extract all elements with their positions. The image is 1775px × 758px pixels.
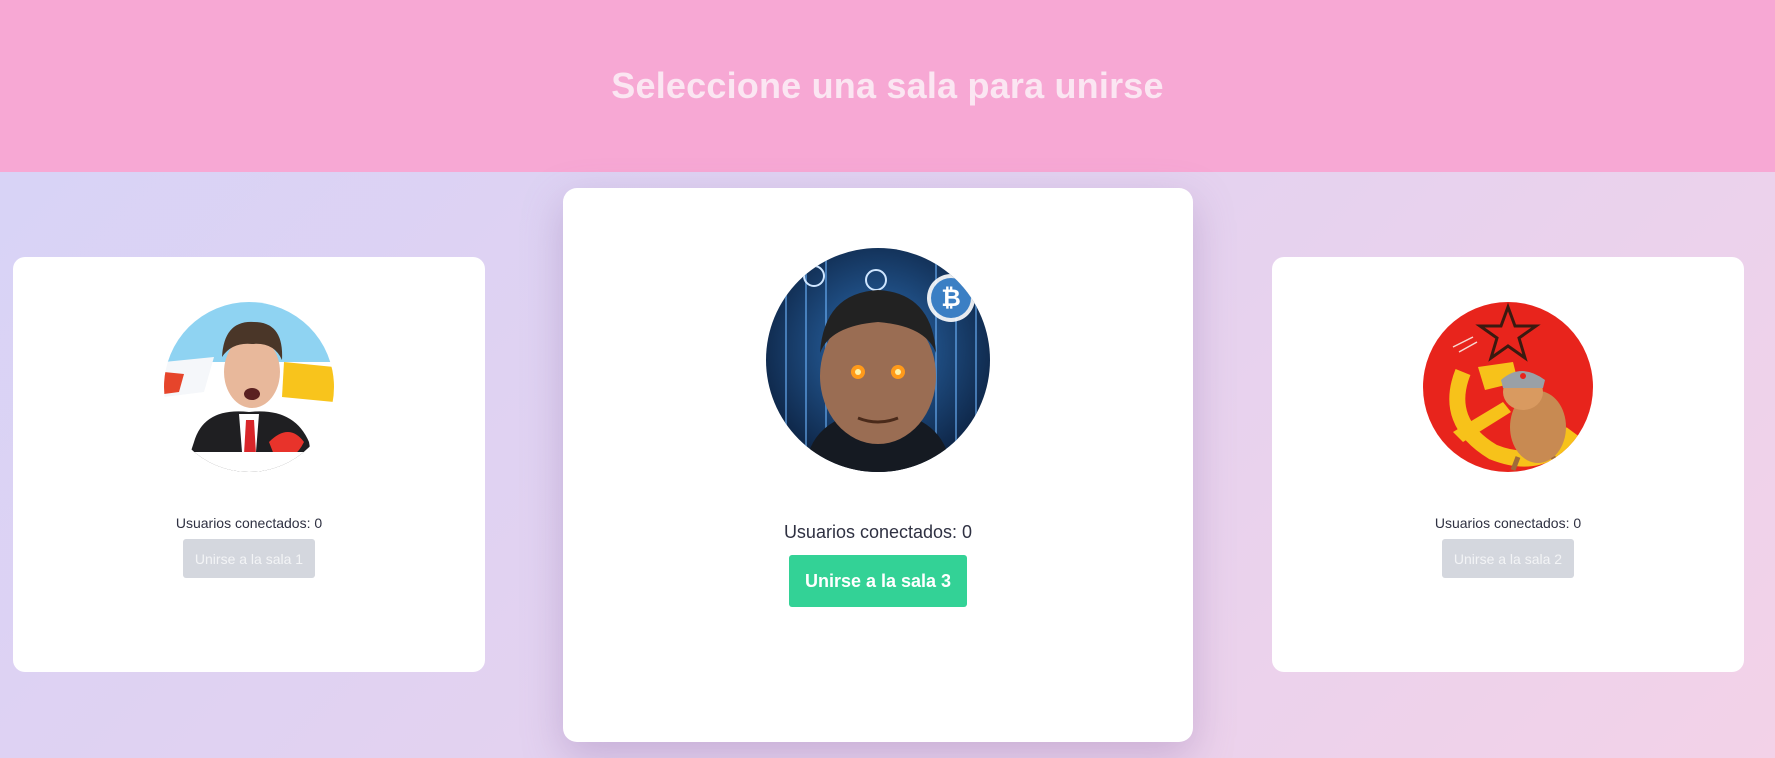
room-card-3: ₿ Usuarios conectados: 0 Unirse a la sal… <box>563 188 1193 742</box>
room-2-avatar <box>1423 302 1593 472</box>
room-1-avatar <box>164 302 334 472</box>
join-room-1-button[interactable]: Unirse a la sala 1 <box>182 539 316 578</box>
room-3-avatar-image: ₿ <box>766 248 990 472</box>
room-3-avatar: ₿ <box>766 248 990 472</box>
join-room-2-button[interactable]: Unirse a la sala 2 <box>1441 539 1575 578</box>
room-card-1: Usuarios conectados: 0 Unirse a la sala … <box>13 257 485 672</box>
room-2-avatar-image <box>1423 302 1593 472</box>
join-room-3-button[interactable]: Unirse a la sala 3 <box>788 555 968 607</box>
room-3-users-count: Usuarios conectados: 0 <box>783 522 973 542</box>
svg-text:₿: ₿ <box>941 284 961 312</box>
page-title: Seleccione una sala para unirse <box>611 65 1164 106</box>
room-1-avatar-image <box>164 302 334 472</box>
room-2-users-count: Usuarios conectados: 0 <box>1434 515 1582 531</box>
room-1-users-count: Usuarios conectados: 0 <box>175 515 323 531</box>
page-header: Seleccione una sala para unirse <box>0 0 1775 172</box>
room-card-2: Usuarios conectados: 0 Unirse a la sala … <box>1272 257 1744 672</box>
